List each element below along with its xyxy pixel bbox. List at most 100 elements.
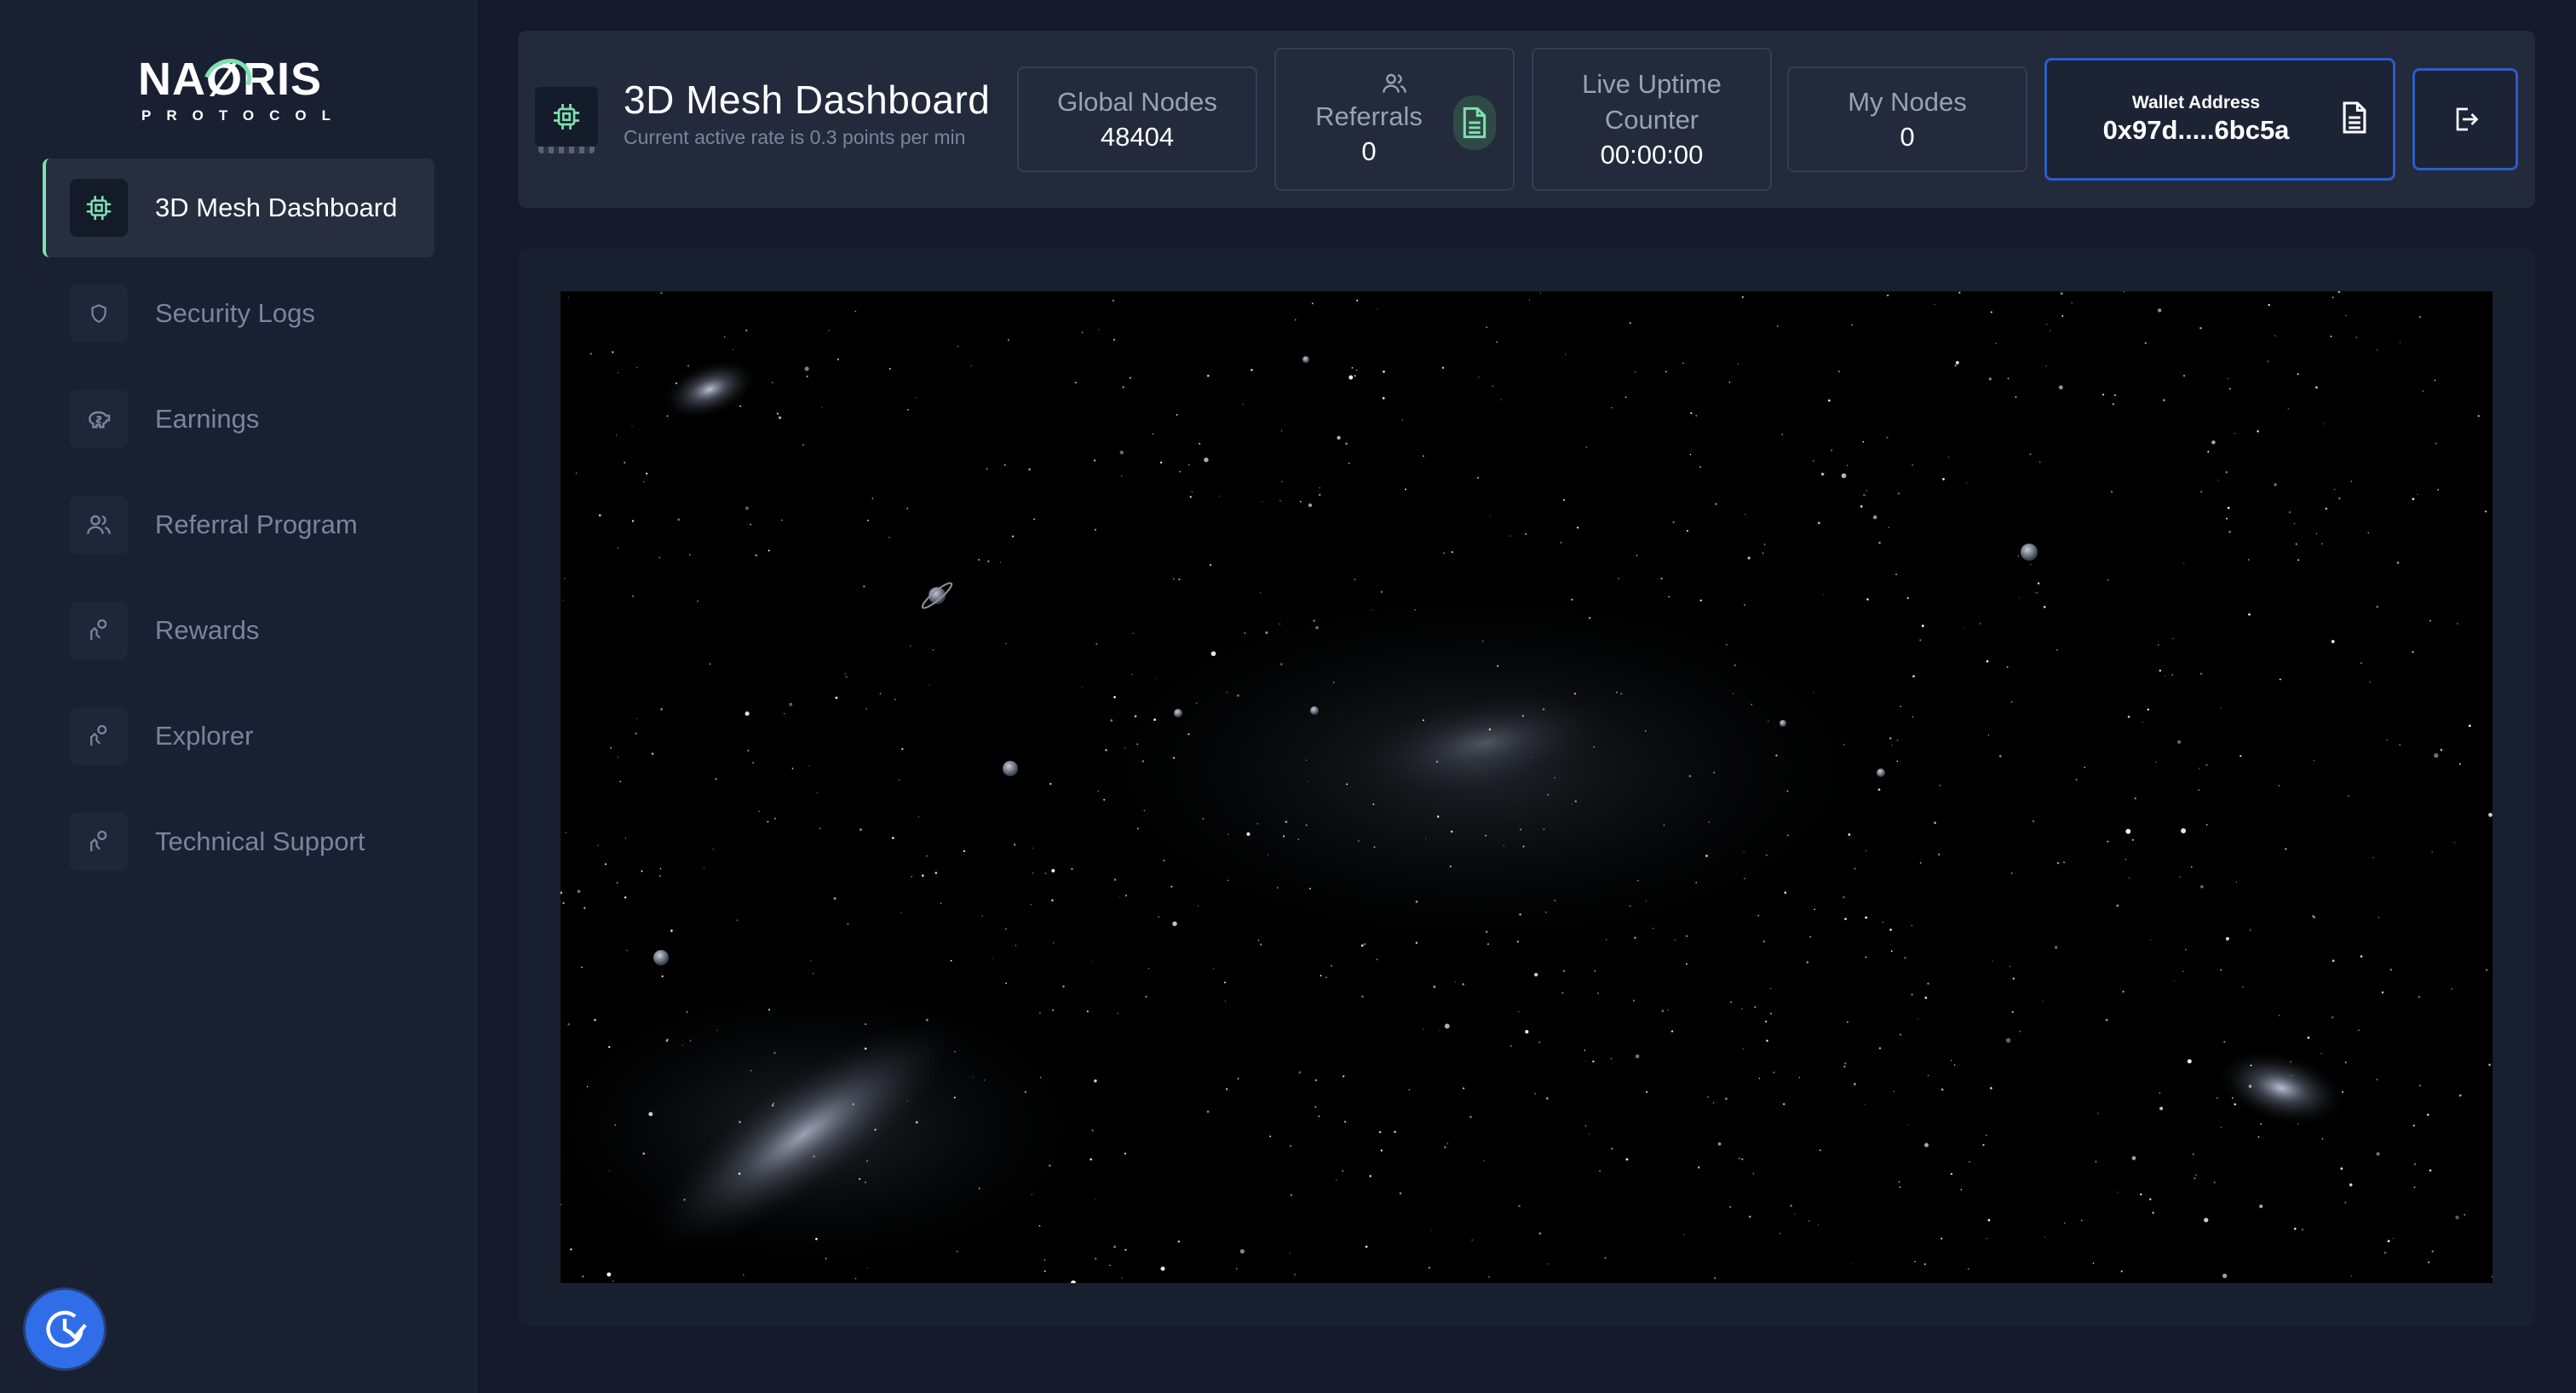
sidebar-item-referral-program[interactable]: Referral Program (43, 475, 434, 574)
live-uptime-card: Live Uptime Counter 00:00:00 (1532, 48, 1772, 191)
star (1927, 1074, 1929, 1076)
star (1629, 905, 1631, 907)
star (1086, 1010, 1089, 1013)
star (1914, 1260, 1916, 1263)
logout-button[interactable] (2412, 68, 2518, 170)
sidebar-item-security-logs[interactable]: Security Logs (43, 264, 434, 363)
uptime-label-line2: Counter (1604, 105, 1699, 135)
star (2063, 1222, 2066, 1224)
sidebar-item-3d-mesh-dashboard[interactable]: 3D Mesh Dashboard (43, 158, 434, 257)
star (2376, 1078, 2378, 1081)
star (1351, 366, 1354, 369)
star (2060, 291, 2063, 296)
star (1538, 1232, 1542, 1235)
star (2315, 386, 2318, 389)
star (1113, 878, 1117, 881)
star (2204, 1217, 2209, 1223)
star (594, 1018, 596, 1022)
star (854, 310, 857, 313)
star (1346, 783, 1348, 786)
star (911, 876, 912, 878)
star (847, 923, 849, 925)
3d-mesh-space-view[interactable] (561, 291, 2493, 1283)
star (1850, 324, 1854, 326)
sidebar-item-explorer[interactable]: Explorer (43, 687, 434, 786)
star (1363, 942, 1366, 946)
starfield-canvas[interactable] (561, 291, 2493, 1283)
star (2037, 582, 2040, 584)
star (1989, 1086, 1992, 1090)
sidebar-item-earnings[interactable]: Earnings (43, 370, 434, 469)
star (1176, 413, 1178, 416)
star (1032, 847, 1033, 849)
star (1896, 760, 1899, 763)
star (888, 367, 891, 370)
star (1561, 992, 1564, 994)
star (577, 889, 581, 894)
star (1958, 291, 1961, 294)
star (1325, 976, 1327, 978)
star (2213, 1181, 2216, 1183)
star (1423, 455, 1424, 458)
logout-icon (2456, 107, 2479, 131)
star (1911, 993, 1913, 996)
star (2268, 303, 2270, 307)
star (1489, 515, 1491, 517)
star (1625, 1158, 1629, 1161)
star (907, 409, 909, 411)
star (2322, 423, 2325, 425)
star (1129, 377, 1131, 379)
star (2376, 349, 2378, 351)
star (2340, 1167, 2343, 1170)
star (1224, 1000, 1226, 1002)
star (1488, 728, 1492, 731)
star (567, 1022, 571, 1026)
star (879, 693, 882, 694)
star (747, 750, 750, 752)
star (2349, 1183, 2353, 1187)
star (1369, 1175, 1371, 1177)
star (772, 382, 773, 383)
wallet-address-card[interactable]: Wallet Address 0x97d.....6bc5a (2044, 58, 2395, 181)
star (1534, 972, 1538, 977)
star (2435, 442, 2437, 445)
star (1846, 464, 1849, 466)
star (1611, 407, 1613, 409)
star (2248, 613, 2251, 616)
document-icon[interactable] (2340, 98, 2369, 137)
star (1865, 916, 1867, 919)
star (802, 444, 804, 446)
star (1525, 1029, 1529, 1034)
star (1766, 1039, 1768, 1042)
star (1705, 855, 1708, 857)
star (1202, 818, 1205, 820)
star (900, 912, 902, 913)
sidebar-item-rewards[interactable]: Rewards (43, 581, 434, 680)
sidebar-item-technical-support[interactable]: Technical Support (43, 792, 434, 891)
star (2367, 532, 2369, 533)
referral-document-button[interactable] (1453, 95, 1496, 150)
star (1547, 1263, 1549, 1265)
star (1686, 529, 1688, 532)
star (2043, 606, 2046, 608)
star (1132, 632, 1134, 634)
star (1708, 821, 1711, 824)
star (1773, 1071, 1775, 1074)
star (1044, 1259, 1046, 1261)
star (2488, 812, 2493, 817)
star (1124, 1152, 1127, 1154)
verification-check-button[interactable] (26, 1290, 104, 1368)
star (1311, 302, 1314, 305)
star (791, 768, 794, 769)
star (1752, 1173, 1755, 1175)
star (612, 351, 614, 354)
star (1425, 838, 1427, 839)
star (837, 358, 839, 360)
star (1024, 1091, 1026, 1093)
star (1806, 961, 1808, 964)
star (1320, 975, 1322, 977)
star (1786, 790, 1789, 792)
star (643, 481, 645, 483)
star (2431, 851, 2433, 853)
star (1525, 532, 1527, 536)
